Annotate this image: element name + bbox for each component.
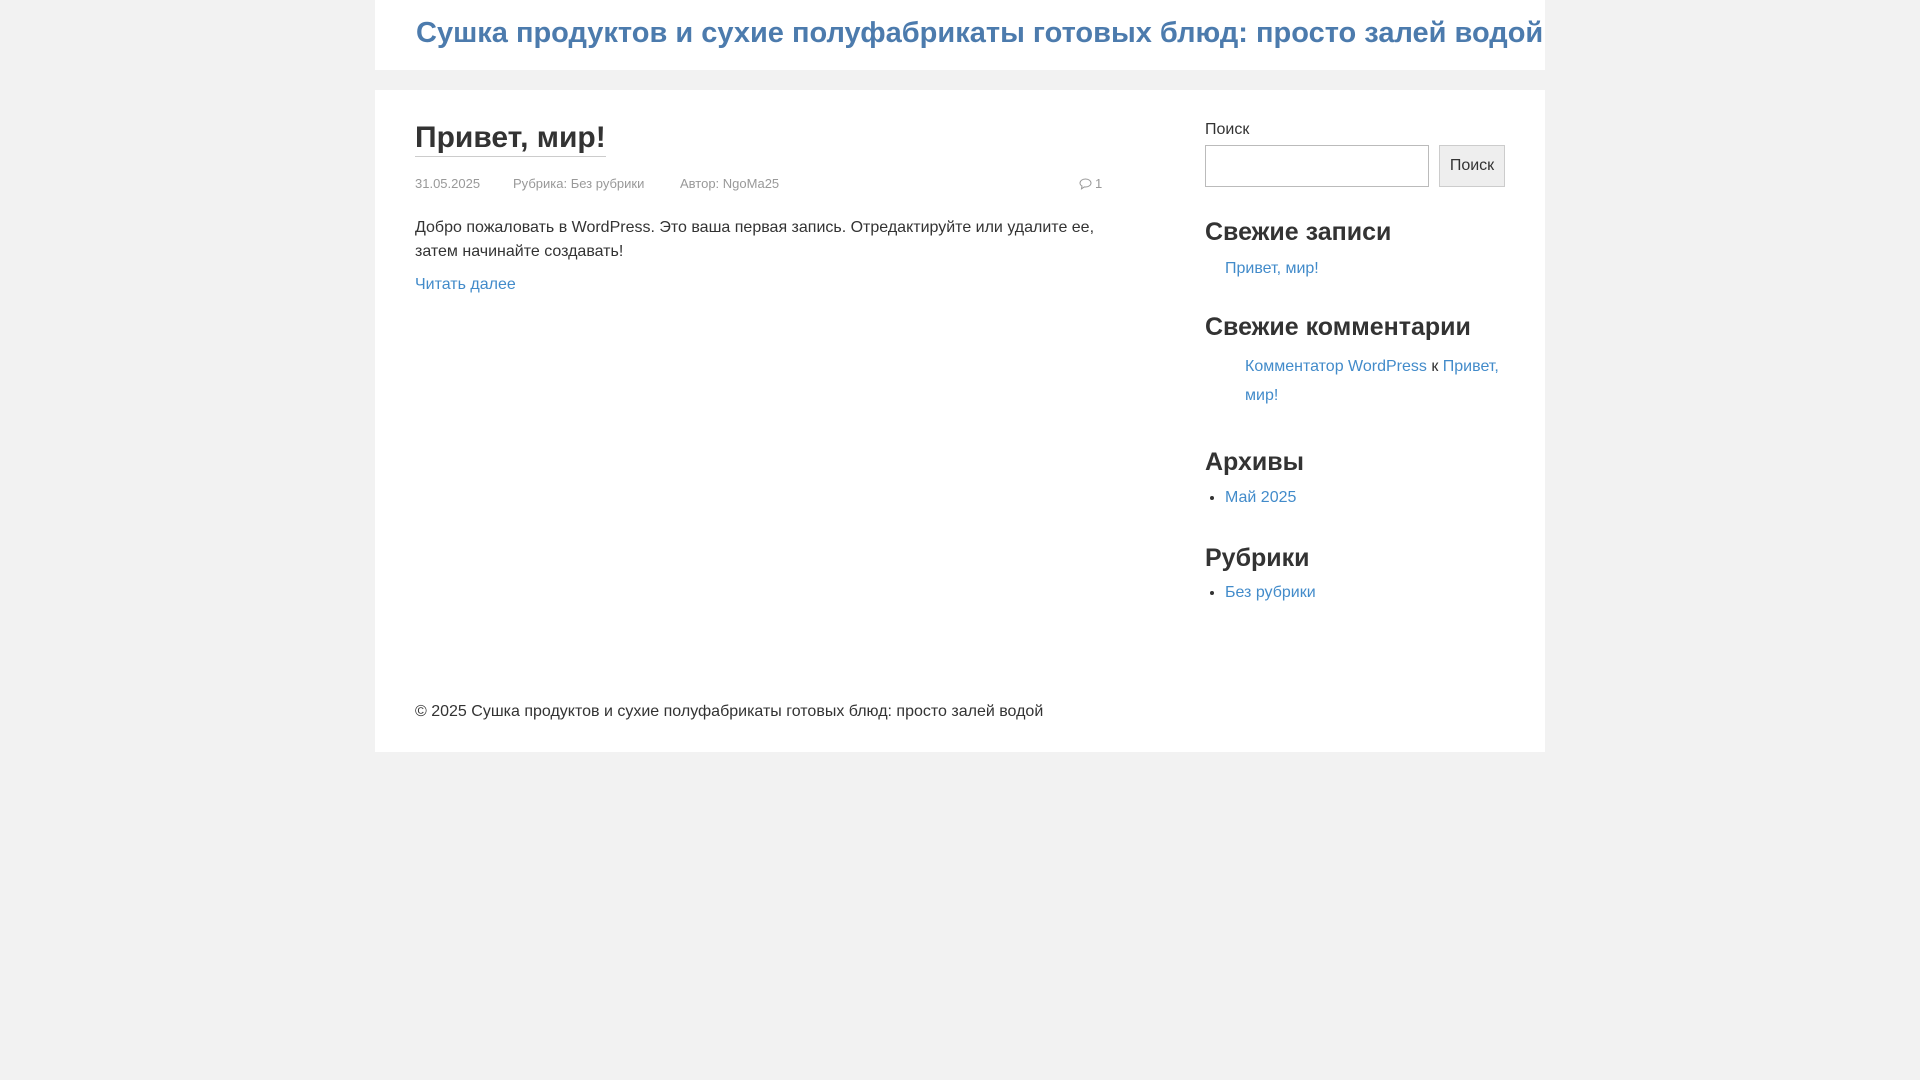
list-item: Май 2025 xyxy=(1225,489,1296,507)
search-button[interactable]: Поиск xyxy=(1439,145,1505,187)
post-comments-link[interactable]: 1 xyxy=(1079,176,1102,193)
post-category-label: Рубрика: xyxy=(513,176,568,191)
post-date[interactable]: 31.05.2025 xyxy=(415,176,480,191)
categories-list: Без рубрики xyxy=(1225,584,1316,602)
footer-copyright: © 2025 Сушка продуктов и сухие полуфабри… xyxy=(415,703,1044,720)
read-more-link[interactable]: Читать далее xyxy=(415,276,516,294)
recent-comment-author-link[interactable]: Комментатор WordPress xyxy=(1245,358,1427,375)
search-label: Поиск xyxy=(1205,121,1250,138)
main-container: Привет, мир! 31.05.2025 Рубрика: Без руб… xyxy=(375,90,1545,752)
post-category: Рубрика: Без рубрики xyxy=(513,176,644,191)
category-link[interactable]: Без рубрики xyxy=(1225,584,1316,601)
post-author-label: Автор: xyxy=(680,176,720,191)
post-author: Автор: NgoMa25 xyxy=(680,176,779,191)
recent-post-link[interactable]: Привет, мир! xyxy=(1225,260,1319,278)
post-excerpt: Добро пожаловать в WordPress. Это ваша п… xyxy=(415,219,1095,260)
recent-comment-connector: к xyxy=(1431,358,1439,375)
comment-icon xyxy=(1079,178,1092,193)
site-title[interactable]: Сушка продуктов и сухие полуфабрикаты го… xyxy=(416,17,1543,50)
post-author-link[interactable]: NgoMa25 xyxy=(723,176,779,191)
post-comment-count: 1 xyxy=(1095,176,1103,191)
post-title[interactable]: Привет, мир! xyxy=(415,120,606,157)
recent-comments-title: Свежие комментарии xyxy=(1205,313,1471,341)
list-item: Без рубрики xyxy=(1225,584,1316,602)
archive-link[interactable]: Май 2025 xyxy=(1225,489,1296,506)
recent-comment-item: Комментатор WordPress к Привет, мир! xyxy=(1245,352,1510,410)
archives-list: Май 2025 xyxy=(1225,489,1296,507)
search-input[interactable] xyxy=(1205,145,1429,187)
recent-posts-title: Свежие записи xyxy=(1205,218,1392,246)
site-header: Сушка продуктов и сухие полуфабрикаты го… xyxy=(375,0,1545,70)
post-category-link[interactable]: Без рубрики xyxy=(571,176,645,191)
categories-title: Рубрики xyxy=(1205,544,1310,572)
archives-title: Архивы xyxy=(1205,448,1304,476)
